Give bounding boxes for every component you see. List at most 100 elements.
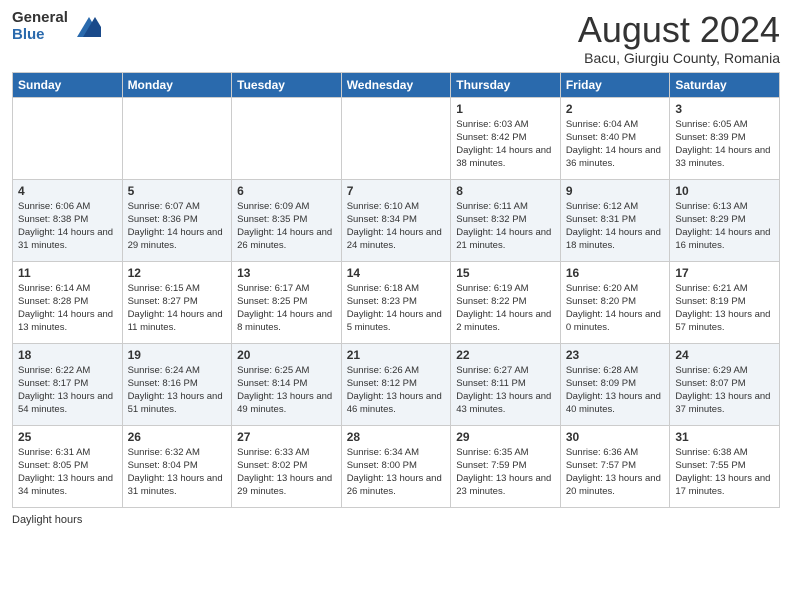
table-row: 24 Sunrise: 6:29 AMSunset: 8:07 PMDayligh… xyxy=(670,343,780,425)
table-row: 4Sunrise: 6:06 AMSunset: 8:38 PMDaylight… xyxy=(13,179,123,261)
day-number: 26 xyxy=(128,430,227,444)
table-row: 13Sunrise: 6:17 AMSunset: 8:25 PMDayligh… xyxy=(232,261,342,343)
day-info: Sunrise: 6:33 AMSunset: 8:02 PMDaylight:… xyxy=(237,446,336,499)
table-row: 2 Sunrise: 6:04 AMSunset: 8:40 PMDaylight… xyxy=(560,97,670,179)
table-row xyxy=(232,97,342,179)
day-info: Sunrise: 6:32 AMSunset: 8:04 PMDaylight:… xyxy=(128,446,227,499)
day-info: Sunrise: 6:27 AMSunset: 8:11 PMDaylight:… xyxy=(456,364,555,417)
table-row: 31 Sunrise: 6:38 AMSunset: 7:55 PMDayligh… xyxy=(670,425,780,507)
table-row: 27 Sunrise: 6:33 AMSunset: 8:02 PMDayligh… xyxy=(232,425,342,507)
table-row: 9 Sunrise: 6:12 AMSunset: 8:31 PMDaylight… xyxy=(560,179,670,261)
page: General Blue August 2024 Bacu, Giurgiu C… xyxy=(0,0,792,612)
day-number: 15 xyxy=(456,266,555,280)
day-info: Sunrise: 6:04 AMSunset: 8:40 PMDaylight:… xyxy=(566,118,665,171)
day-info: Sunrise: 6:15 AMSunset: 8:27 PMDaylight:… xyxy=(128,282,227,335)
day-number: 27 xyxy=(237,430,336,444)
logo-icon xyxy=(73,13,101,41)
day-number: 31 xyxy=(675,430,774,444)
day-info: Sunrise: 6:29 AMSunset: 8:07 PMDaylight:… xyxy=(675,364,774,417)
day-number: 5 xyxy=(128,184,227,198)
table-row: 26 Sunrise: 6:32 AMSunset: 8:04 PMDayligh… xyxy=(122,425,232,507)
col-monday: Monday xyxy=(122,72,232,97)
table-row xyxy=(13,97,123,179)
day-number: 9 xyxy=(566,184,665,198)
col-sunday: Sunday xyxy=(13,72,123,97)
day-info: Sunrise: 6:25 AMSunset: 8:14 PMDaylight:… xyxy=(237,364,336,417)
day-info: Sunrise: 6:19 AMSunset: 8:22 PMDaylight:… xyxy=(456,282,555,335)
day-info: Sunrise: 6:03 AMSunset: 8:42 PMDaylight:… xyxy=(456,118,555,171)
day-info: Sunrise: 6:12 AMSunset: 8:31 PMDaylight:… xyxy=(566,200,665,253)
table-row xyxy=(122,97,232,179)
title-area: August 2024 Bacu, Giurgiu County, Romani… xyxy=(578,10,780,66)
month-title: August 2024 xyxy=(578,10,780,50)
day-info: Sunrise: 6:34 AMSunset: 8:00 PMDaylight:… xyxy=(347,446,446,499)
day-number: 25 xyxy=(18,430,117,444)
table-row: 25 Sunrise: 6:31 AMSunset: 8:05 PMDayligh… xyxy=(13,425,123,507)
day-info: Sunrise: 6:38 AMSunset: 7:55 PMDaylight:… xyxy=(675,446,774,499)
logo-blue: Blue xyxy=(12,27,68,44)
day-number: 18 xyxy=(18,348,117,362)
day-info: Sunrise: 6:21 AMSunset: 8:19 PMDaylight:… xyxy=(675,282,774,335)
table-row: 23 Sunrise: 6:28 AMSunset: 8:09 PMDayligh… xyxy=(560,343,670,425)
day-number: 24 xyxy=(675,348,774,362)
day-info: Sunrise: 6:35 AMSunset: 7:59 PMDaylight:… xyxy=(456,446,555,499)
day-info: Sunrise: 6:22 AMSunset: 8:17 PMDaylight:… xyxy=(18,364,117,417)
table-row: 10 Sunrise: 6:13 AMSunset: 8:29 PMDayligh… xyxy=(670,179,780,261)
day-number: 29 xyxy=(456,430,555,444)
table-row: 15 Sunrise: 6:19 AMSunset: 8:22 PMDayligh… xyxy=(451,261,561,343)
day-number: 22 xyxy=(456,348,555,362)
day-info: Sunrise: 6:13 AMSunset: 8:29 PMDaylight:… xyxy=(675,200,774,253)
day-number: 1 xyxy=(456,102,555,116)
header: General Blue August 2024 Bacu, Giurgiu C… xyxy=(12,10,780,66)
table-row: 6Sunrise: 6:09 AMSunset: 8:35 PMDaylight… xyxy=(232,179,342,261)
day-number: 8 xyxy=(456,184,555,198)
day-info: Sunrise: 6:11 AMSunset: 8:32 PMDaylight:… xyxy=(456,200,555,253)
day-info: Sunrise: 6:09 AMSunset: 8:35 PMDaylight:… xyxy=(237,200,336,253)
table-row: 11Sunrise: 6:14 AMSunset: 8:28 PMDayligh… xyxy=(13,261,123,343)
day-number: 23 xyxy=(566,348,665,362)
day-info: Sunrise: 6:07 AMSunset: 8:36 PMDaylight:… xyxy=(128,200,227,253)
table-row: 14 Sunrise: 6:18 AMSunset: 8:23 PMDayligh… xyxy=(341,261,451,343)
table-row: 8 Sunrise: 6:11 AMSunset: 8:32 PMDaylight… xyxy=(451,179,561,261)
day-info: Sunrise: 6:28 AMSunset: 8:09 PMDaylight:… xyxy=(566,364,665,417)
day-info: Sunrise: 6:17 AMSunset: 8:25 PMDaylight:… xyxy=(237,282,336,335)
day-number: 30 xyxy=(566,430,665,444)
table-row: 30 Sunrise: 6:36 AMSunset: 7:57 PMDayligh… xyxy=(560,425,670,507)
col-friday: Friday xyxy=(560,72,670,97)
day-info: Sunrise: 6:36 AMSunset: 7:57 PMDaylight:… xyxy=(566,446,665,499)
table-row: 1 Sunrise: 6:03 AMSunset: 8:42 PMDaylight… xyxy=(451,97,561,179)
day-number: 20 xyxy=(237,348,336,362)
table-row xyxy=(341,97,451,179)
table-row: 17 Sunrise: 6:21 AMSunset: 8:19 PMDayligh… xyxy=(670,261,780,343)
day-number: 10 xyxy=(675,184,774,198)
calendar-header-row: Sunday Monday Tuesday Wednesday Thursday… xyxy=(13,72,780,97)
day-number: 28 xyxy=(347,430,446,444)
table-row: 20 Sunrise: 6:25 AMSunset: 8:14 PMDayligh… xyxy=(232,343,342,425)
col-saturday: Saturday xyxy=(670,72,780,97)
calendar-table: Sunday Monday Tuesday Wednesday Thursday… xyxy=(12,72,780,508)
daylight-hours-label: Daylight hours xyxy=(12,514,82,526)
day-number: 16 xyxy=(566,266,665,280)
day-info: Sunrise: 6:10 AMSunset: 8:34 PMDaylight:… xyxy=(347,200,446,253)
col-tuesday: Tuesday xyxy=(232,72,342,97)
day-number: 2 xyxy=(566,102,665,116)
day-info: Sunrise: 6:24 AMSunset: 8:16 PMDaylight:… xyxy=(128,364,227,417)
logo-text: General Blue xyxy=(12,10,68,43)
day-number: 14 xyxy=(347,266,446,280)
table-row: 19 Sunrise: 6:24 AMSunset: 8:16 PMDayligh… xyxy=(122,343,232,425)
table-row: 5 Sunrise: 6:07 AMSunset: 8:36 PMDaylight… xyxy=(122,179,232,261)
day-number: 17 xyxy=(675,266,774,280)
day-info: Sunrise: 6:20 AMSunset: 8:20 PMDaylight:… xyxy=(566,282,665,335)
day-number: 21 xyxy=(347,348,446,362)
day-info: Sunrise: 6:18 AMSunset: 8:23 PMDaylight:… xyxy=(347,282,446,335)
table-row: 22 Sunrise: 6:27 AMSunset: 8:11 PMDayligh… xyxy=(451,343,561,425)
table-row: 28 Sunrise: 6:34 AMSunset: 8:00 PMDayligh… xyxy=(341,425,451,507)
day-info: Sunrise: 6:05 AMSunset: 8:39 PMDaylight:… xyxy=(675,118,774,171)
day-number: 19 xyxy=(128,348,227,362)
day-info: Sunrise: 6:26 AMSunset: 8:12 PMDaylight:… xyxy=(347,364,446,417)
calendar-week-row: 25 Sunrise: 6:31 AMSunset: 8:05 PMDayligh… xyxy=(13,425,780,507)
day-info: Sunrise: 6:06 AMSunset: 8:38 PMDaylight:… xyxy=(18,200,117,253)
table-row: 21 Sunrise: 6:26 AMSunset: 8:12 PMDayligh… xyxy=(341,343,451,425)
calendar-week-row: 11Sunrise: 6:14 AMSunset: 8:28 PMDayligh… xyxy=(13,261,780,343)
day-info: Sunrise: 6:31 AMSunset: 8:05 PMDaylight:… xyxy=(18,446,117,499)
